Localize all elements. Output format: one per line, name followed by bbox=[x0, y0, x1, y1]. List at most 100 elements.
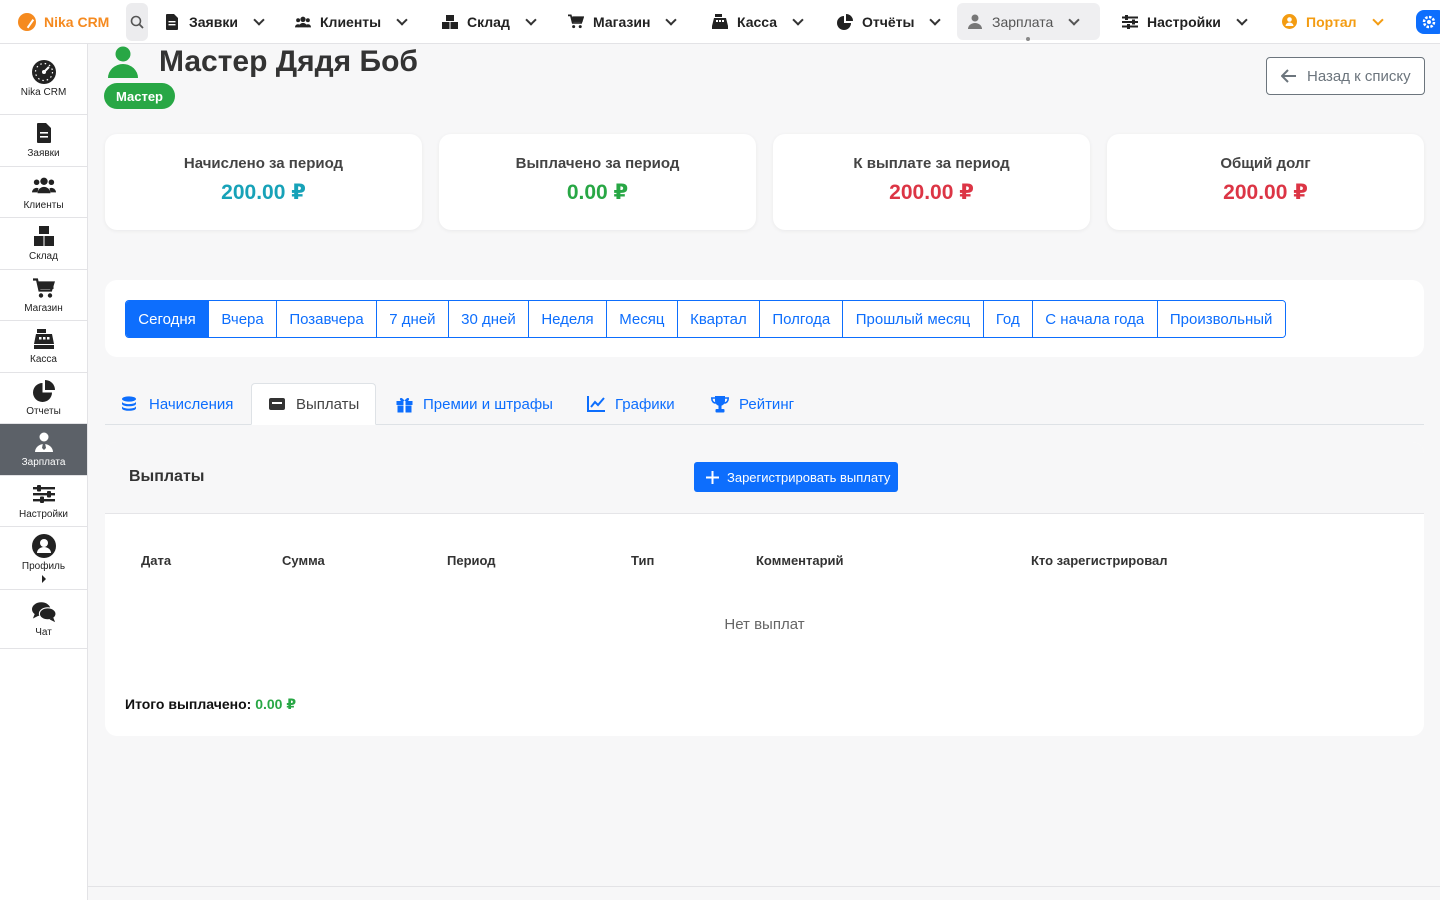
nav-item-shop[interactable]: Магазин bbox=[558, 3, 685, 40]
user-tie-icon bbox=[32, 430, 56, 454]
period-half-year[interactable]: Полгода bbox=[760, 301, 844, 337]
nav-item-salary[interactable]: Зарплата bbox=[957, 3, 1100, 40]
brand-logo-icon bbox=[18, 12, 36, 31]
role-badge: Мастер bbox=[104, 83, 175, 109]
period-today[interactable]: Сегодня bbox=[126, 301, 210, 337]
caret-right-icon bbox=[41, 574, 46, 583]
sidebar-item-profile[interactable]: Профиль bbox=[0, 527, 87, 590]
footer-divider bbox=[88, 886, 1440, 887]
sidebar-item-dashboard[interactable]: Nika CRM bbox=[0, 44, 87, 115]
sidebar-item-clients[interactable]: Клиенты bbox=[0, 167, 87, 218]
column-header-type: Тип bbox=[631, 553, 655, 568]
chevron-down-icon bbox=[253, 13, 265, 26]
stat-label: Общий долг bbox=[1220, 155, 1311, 172]
total-paid-label: Итого выплачено: bbox=[125, 696, 252, 712]
cash-register-icon bbox=[32, 327, 56, 351]
nav-item-label: Клиенты bbox=[320, 13, 382, 30]
brand-name: Nika CRM bbox=[44, 13, 110, 30]
tab-label: Начисления bbox=[149, 395, 234, 413]
sidebar-item-salary[interactable]: Зарплата bbox=[0, 424, 87, 476]
register-payment-button[interactable]: Зарегистрировать выплату bbox=[694, 462, 899, 492]
portal-icon bbox=[1281, 14, 1297, 30]
tab-rating[interactable]: Рейтинг bbox=[695, 383, 810, 425]
period-day-before-yesterday[interactable]: Позавчера bbox=[277, 301, 377, 337]
sidebar-item-settings[interactable]: Настройки bbox=[0, 476, 87, 527]
stat-card-paid: Выплачено за период 0.00 ₽ bbox=[439, 134, 756, 230]
user-circle-icon bbox=[31, 533, 56, 558]
period-month[interactable]: Месяц bbox=[606, 301, 678, 337]
period-year-to-date[interactable]: С начала года bbox=[1033, 301, 1158, 337]
tab-label: Графики bbox=[615, 395, 675, 413]
column-header-date: Дата bbox=[141, 553, 172, 568]
tab-bonuses-fines[interactable]: Премии и штрафы bbox=[380, 383, 569, 425]
tab-charts[interactable]: Графики bbox=[571, 383, 691, 425]
empty-table-message: Нет выплат bbox=[724, 616, 805, 633]
sidebar-item-reports[interactable]: Отчеты bbox=[0, 373, 87, 424]
period-quarter[interactable]: Квартал bbox=[677, 301, 761, 337]
nav-item-reports[interactable]: Отчёты bbox=[827, 3, 949, 40]
nav-item-requests[interactable]: Заявки bbox=[154, 3, 273, 40]
chevron-down-icon bbox=[929, 13, 942, 26]
nav-item-cashbox[interactable]: Касса bbox=[702, 3, 812, 40]
settings-toggle[interactable] bbox=[1416, 10, 1440, 34]
brand[interactable]: Nika CRM bbox=[0, 0, 120, 44]
sidebar-item-warehouse[interactable]: Склад bbox=[0, 218, 87, 270]
nav-item-settings[interactable]: Настройки bbox=[1112, 3, 1256, 40]
cart-icon bbox=[32, 276, 56, 300]
total-paid: Итого выплачено: 0.00 ₽ bbox=[125, 696, 296, 713]
column-header-registered-by: Кто зарегистрировал bbox=[1031, 553, 1168, 568]
sidebar-item-label: Отчеты bbox=[26, 405, 61, 417]
back-to-list-button[interactable]: Назад к списку bbox=[1266, 57, 1425, 95]
boxes-icon bbox=[442, 14, 458, 30]
sidebar: Nika CRM Заявки Клиенты Склад Магазин Ка… bbox=[0, 44, 88, 900]
tab-payments[interactable]: Выплаты bbox=[251, 383, 377, 425]
top-navbar: Nika CRM Заявки Клиенты Склад Магазин Ка… bbox=[0, 0, 1440, 44]
money-bill-icon bbox=[269, 398, 285, 410]
column-header-period: Период bbox=[447, 553, 496, 568]
nav-item-label: Зарплата bbox=[992, 13, 1054, 30]
sidebar-item-label: Чат bbox=[35, 627, 52, 638]
gear-icon bbox=[1422, 15, 1436, 29]
period-custom[interactable]: Произвольный bbox=[1157, 301, 1285, 337]
payments-panel-header: Выплаты Зарегистрировать выплату bbox=[105, 442, 1424, 514]
gift-icon bbox=[396, 397, 413, 413]
nav-item-label: Магазин bbox=[593, 13, 651, 30]
boxes-icon bbox=[32, 224, 56, 248]
chevron-down-icon bbox=[1068, 13, 1080, 26]
plus-icon bbox=[706, 470, 719, 484]
stat-card-accrued: Начислено за период 200.00 ₽ bbox=[105, 134, 422, 230]
sidebar-item-cashbox[interactable]: Касса bbox=[0, 321, 87, 373]
search-button[interactable] bbox=[126, 3, 148, 41]
users-icon bbox=[295, 14, 311, 30]
tabs: Начисления Выплаты Премии и штрафы Графи… bbox=[105, 383, 1424, 425]
period-week[interactable]: Неделя bbox=[529, 301, 607, 337]
pie-chart-icon bbox=[32, 379, 56, 403]
period-button-group: Сегодня Вчера Позавчера 7 дней 30 дней Н… bbox=[125, 300, 1286, 338]
chart-line-icon bbox=[587, 396, 605, 412]
sliders-icon bbox=[1122, 14, 1138, 30]
file-icon bbox=[32, 121, 56, 145]
period-30-days[interactable]: 30 дней bbox=[448, 301, 530, 337]
stat-label: Выплачено за период bbox=[515, 155, 680, 172]
sidebar-item-shop[interactable]: Магазин bbox=[0, 270, 87, 321]
nav-item-clients[interactable]: Клиенты bbox=[285, 3, 416, 40]
chevron-down-icon bbox=[792, 13, 804, 26]
tab-accruals[interactable]: Начисления bbox=[105, 383, 249, 425]
period-7-days[interactable]: 7 дней bbox=[376, 301, 449, 337]
period-filter-panel: Сегодня Вчера Позавчера 7 дней 30 дней Н… bbox=[105, 280, 1424, 357]
stat-value: 200.00 ₽ bbox=[889, 181, 974, 204]
period-last-month[interactable]: Прошлый месяц bbox=[843, 301, 984, 337]
period-yesterday[interactable]: Вчера bbox=[209, 301, 278, 337]
total-paid-value: 0.00 ₽ bbox=[255, 696, 297, 712]
sidebar-item-chat[interactable]: Чат bbox=[0, 590, 87, 649]
file-icon bbox=[164, 13, 180, 30]
nav-item-portal[interactable]: Портал bbox=[1271, 3, 1392, 40]
sidebar-item-requests[interactable]: Заявки bbox=[0, 115, 87, 167]
active-indicator bbox=[1026, 37, 1030, 41]
sidebar-item-label: Настройки bbox=[18, 508, 69, 520]
chevron-down-icon bbox=[665, 13, 678, 26]
comments-icon bbox=[31, 600, 56, 624]
nav-item-warehouse[interactable]: Склад bbox=[432, 3, 545, 40]
stat-label: К выплате за период bbox=[853, 155, 1010, 172]
period-year[interactable]: Год bbox=[983, 301, 1033, 337]
